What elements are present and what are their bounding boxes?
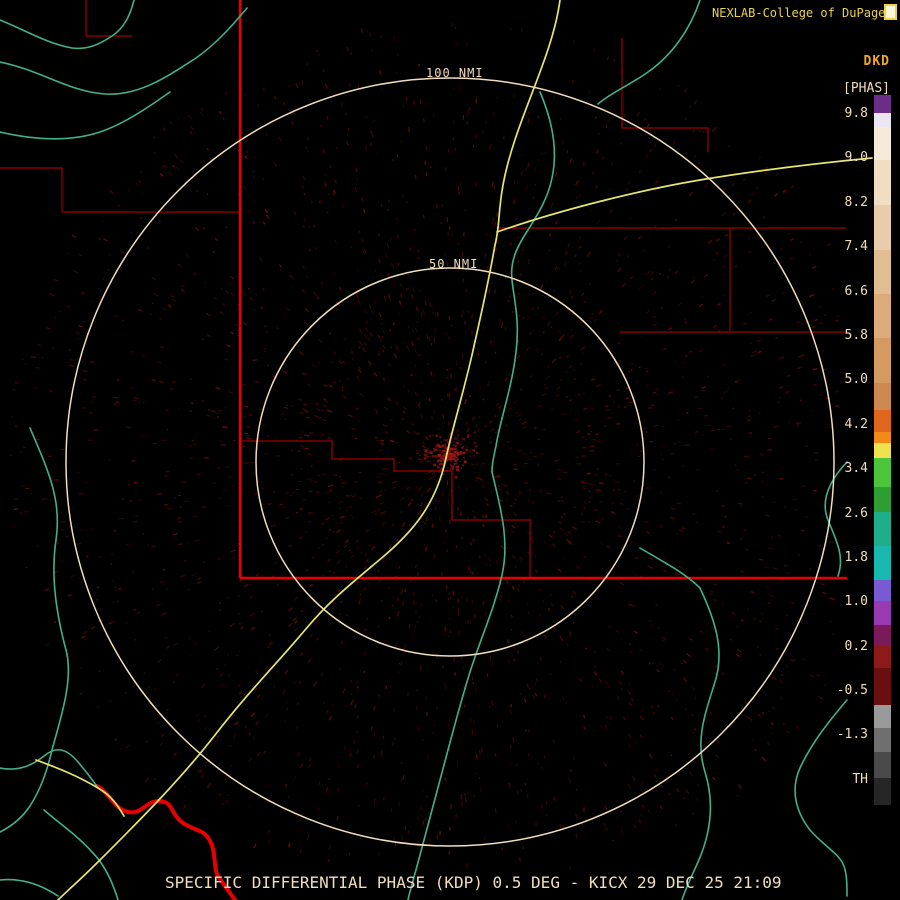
colorbar-tick-label: 9.0 — [844, 150, 868, 166]
colorbar-segment — [874, 432, 891, 443]
colorbar-tick-label: 7.4 — [844, 239, 868, 255]
colorbar-tick-label: 1.0 — [844, 594, 868, 610]
river-line — [0, 427, 70, 833]
county-line — [85, 0, 132, 37]
colorbar-segment — [874, 625, 891, 646]
colorbar-segment — [874, 205, 891, 250]
river-line — [43, 809, 119, 900]
colorbar-tick-label: -0.5 — [836, 683, 868, 699]
colorbar-segment — [874, 294, 891, 338]
river-line — [407, 91, 556, 900]
colorbar-segment — [874, 95, 891, 113]
colorbar-segment — [874, 338, 891, 383]
colorbar-segment — [874, 728, 891, 752]
colorbar-segment — [874, 546, 891, 580]
radar-display: 100 NMI 50 NMI NEXLAB-College of DuPage … — [0, 0, 900, 900]
colorbar-segment — [874, 778, 891, 805]
state-boundaries-layer — [95, 0, 847, 900]
colorbar-segment — [874, 601, 891, 625]
colorbar-segment — [874, 113, 891, 127]
colorbar-tick-label: 1.8 — [844, 549, 868, 565]
colorbar-segment — [874, 705, 891, 728]
colorbar-segment — [874, 752, 891, 778]
range-ring-inner-label: 50 NMI — [429, 257, 478, 271]
colorbar-segment — [874, 668, 891, 705]
colorbar-tick-label: 8.2 — [844, 194, 868, 210]
colorbar-tick-label: 5.8 — [844, 327, 868, 343]
colorbar-tick-label: 4.2 — [844, 416, 868, 432]
county-line — [240, 440, 531, 577]
river-line — [597, 0, 701, 105]
colorbar-tick-label: 3.4 — [844, 461, 868, 477]
colorbar-segment — [874, 580, 891, 601]
colorbar-tick-label: 0.2 — [844, 638, 868, 654]
colorbar-tick-label: 5.0 — [844, 372, 868, 388]
colorbar-segment — [874, 458, 891, 487]
cod-logo-icon — [884, 4, 897, 20]
colorbar-segment — [874, 443, 891, 458]
units-label: [PHAS] — [843, 81, 890, 96]
highway-line — [57, 0, 561, 900]
river-line — [0, 749, 99, 789]
colorbar-tick-label: 6.6 — [844, 283, 868, 299]
colorbar-segment — [874, 127, 891, 160]
radar-map: 100 NMI 50 NMI — [0, 0, 873, 900]
county-boundaries-layer — [0, 0, 846, 577]
colorbar-segment — [874, 487, 891, 512]
colorbar-tick-label: -1.3 — [836, 727, 868, 743]
colorbar-tick-label: 2.6 — [844, 505, 868, 521]
river-line — [0, 0, 135, 50]
colorbar-strip — [874, 95, 891, 805]
colorbar-tick-label: 9.8 — [844, 106, 868, 121]
brand-title: NEXLAB-College of DuPage — [712, 6, 886, 20]
colorbar-tick-label: TH — [852, 771, 868, 787]
product-code-label: DKD — [863, 54, 890, 69]
river-line — [0, 7, 248, 95]
highway-line — [35, 759, 125, 817]
colorbar-segment — [874, 512, 891, 546]
colorbar-segment — [874, 646, 891, 668]
colorbar-segment — [874, 160, 891, 205]
colorbar-ticks: 9.8 9.0 8.2 7.4 6.6 5.8 5.0 4.2 3.4 2.6 … — [818, 105, 868, 789]
range-ring-outer-label: 100 NMI — [426, 66, 484, 80]
county-line — [621, 38, 709, 152]
river-line — [0, 878, 59, 897]
colorbar-segment — [874, 410, 891, 432]
product-caption: SPECIFIC DIFFERENTIAL PHASE (KDP) 0.5 DE… — [165, 873, 782, 892]
river-line — [0, 91, 171, 140]
river-line — [639, 547, 720, 900]
county-line — [0, 167, 63, 212]
colorbar-segment — [874, 250, 891, 294]
radar-echo-layer — [9, 22, 840, 871]
colorbar-segment — [874, 383, 891, 410]
